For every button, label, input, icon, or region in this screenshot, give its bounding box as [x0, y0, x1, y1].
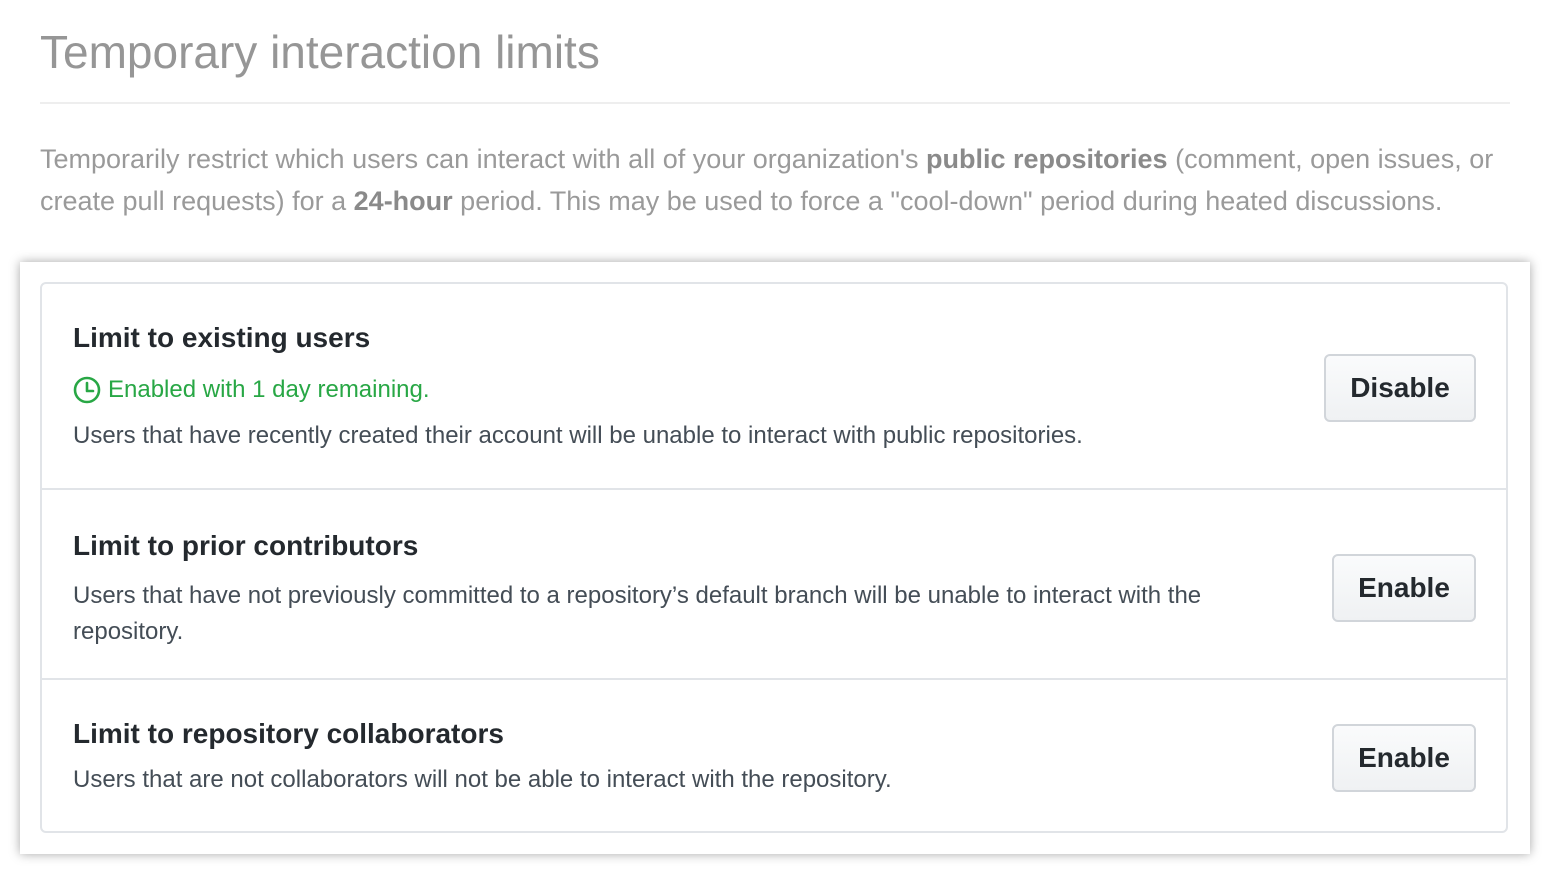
limit-title: Limit to prior contributors — [73, 530, 419, 561]
clock-icon — [73, 376, 101, 404]
disable-button[interactable]: Disable — [1324, 354, 1476, 422]
intro-bold-24-hour: 24-hour — [353, 186, 453, 216]
intro-text-part-1: Temporarily restrict which users can int… — [40, 144, 927, 174]
limit-description: Users that have not previously committed… — [73, 582, 1202, 645]
interaction-limits-panel: Limit to existing users Enabled with 1 d… — [20, 262, 1530, 854]
limit-description: Users that have recently created their a… — [73, 422, 1083, 449]
limit-row-existing-users: Limit to existing users Enabled with 1 d… — [42, 284, 1506, 490]
enable-repository-collaborators-button[interactable]: Enable — [1332, 724, 1476, 792]
limit-row-repository-collaborators: Limit to repository collaborators Users … — [42, 678, 1506, 831]
limit-status-text: Enabled with 1 day remaining. — [108, 376, 430, 403]
intro-bold-public-repositories: public repositories — [926, 144, 1168, 174]
page-title: Temporary interaction limits — [40, 26, 600, 78]
intro-text: Temporarily restrict which users can int… — [40, 138, 1510, 222]
interaction-limits-box: Limit to existing users Enabled with 1 d… — [40, 282, 1508, 833]
enable-prior-contributors-button[interactable]: Enable — [1332, 554, 1476, 622]
limit-description: Users that are not collaborators will no… — [73, 766, 892, 793]
limit-title: Limit to repository collaborators — [73, 718, 504, 749]
title-divider — [40, 102, 1510, 104]
intro-text-part-3: period. This may be used to force a "coo… — [452, 186, 1443, 216]
limit-title: Limit to existing users — [73, 322, 371, 353]
limit-status: Enabled with 1 day remaining. — [73, 375, 430, 405]
limit-row-prior-contributors: Limit to prior contributors Users that h… — [42, 488, 1506, 680]
